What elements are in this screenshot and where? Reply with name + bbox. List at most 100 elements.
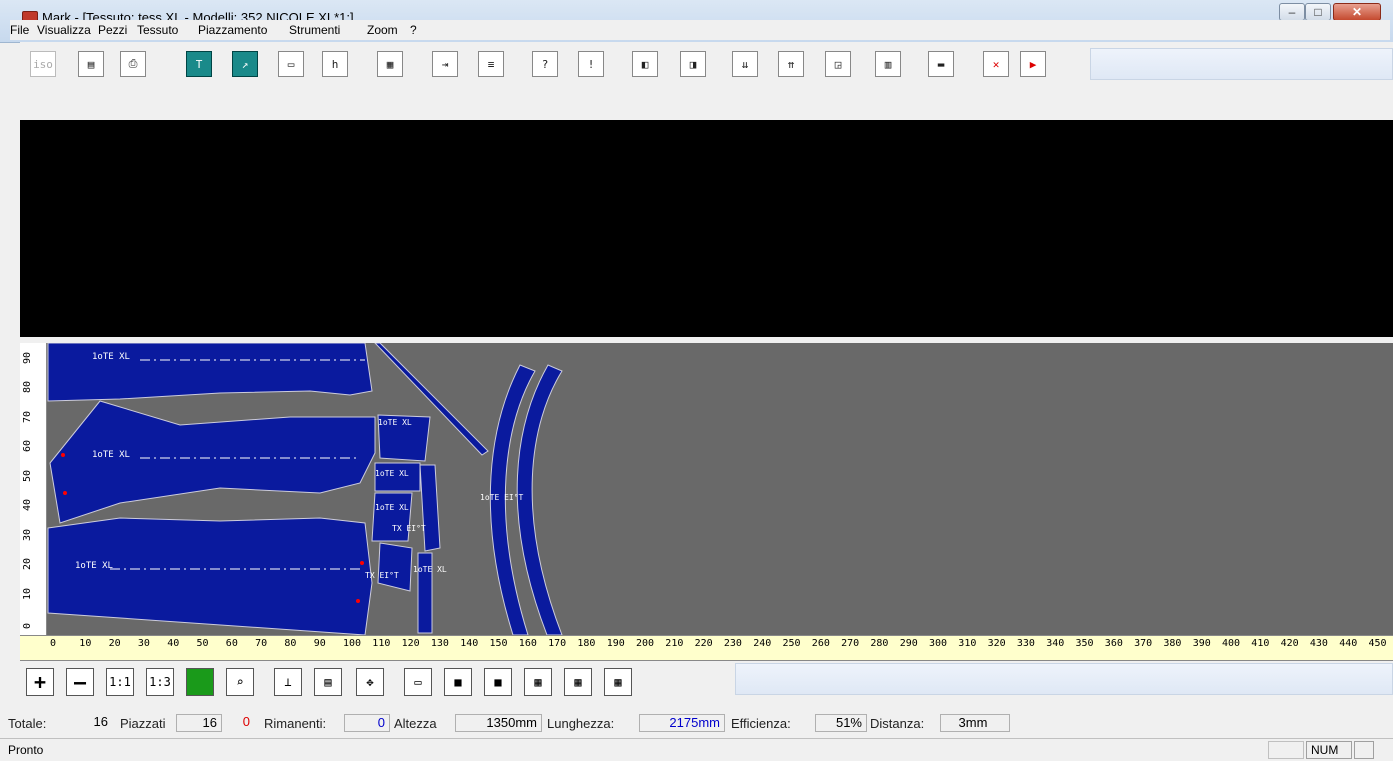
frame-button[interactable]: ◲ <box>825 51 851 77</box>
rimanenti-value: 0 <box>344 714 390 732</box>
zoom-1-3-button[interactable]: 1:3 <box>146 668 174 696</box>
preview-area <box>20 120 1393 337</box>
insert-button[interactable]: ⇥ <box>432 51 458 77</box>
piece-small-4 <box>371 492 413 542</box>
menu-bar: File Visualizza Pezzi Tessuto Piazzament… <box>10 20 1390 40</box>
menu-pezzi[interactable]: Pezzi <box>98 23 127 37</box>
arrow-tool-button[interactable]: ↗ <box>232 51 258 77</box>
maximize-icon: □ <box>1314 5 1322 19</box>
status-bar: Pronto NUM <box>0 738 1393 761</box>
help-button[interactable]: ? <box>532 51 558 77</box>
maximize-button[interactable]: □ <box>1305 3 1331 21</box>
marker-canvas[interactable]: 0 10 20 30 40 50 60 70 80 90 1oTE XL 1oTE XL 1oTE… <box>20 343 1393 635</box>
hruler-tick: 170 <box>548 638 567 649</box>
piece-label: 1oTE XL <box>375 469 409 478</box>
flip-down-button[interactable]: ⇊ <box>732 51 758 77</box>
menu-file[interactable]: File <box>10 23 29 37</box>
main-toolbar: iso ▤ ⎙ T ↗ ▭ h ▦ ⇥ ≡?! ◧ ◨ ⇊ ⇈ ◲ ▥ ▬ ✕ ▶ <box>20 42 1393 119</box>
zoom-in-button[interactable]: + <box>26 668 54 696</box>
hruler-tick: 30 <box>137 638 150 649</box>
hruler-tick: 310 <box>958 638 977 649</box>
totale-value: 16 <box>56 714 112 732</box>
close-icon: ✕ <box>1351 5 1363 19</box>
menu-zoom[interactable]: Zoom <box>367 23 398 37</box>
zoom-out-button[interactable]: — <box>66 668 94 696</box>
save-button[interactable]: ▤ <box>78 51 104 77</box>
blocks2-button[interactable]: ▦ <box>564 668 592 696</box>
piazzati-label: Piazzati <box>120 716 166 731</box>
hruler-tick: 260 <box>811 638 830 649</box>
hruler-tick: 430 <box>1309 638 1328 649</box>
hruler-tick: 400 <box>1222 638 1241 649</box>
status-panel-empty <box>1268 741 1304 759</box>
piece-pant-bottom <box>47 517 373 635</box>
hruler-tick: 240 <box>753 638 772 649</box>
marker-dot <box>360 561 364 565</box>
blocks-button[interactable]: ▦ <box>524 668 552 696</box>
print-button[interactable]: ⎙ <box>120 51 146 77</box>
piece-pant-middle <box>49 400 376 524</box>
place-button[interactable]: ⊥ <box>274 668 302 696</box>
ruler-button[interactable]: ▬ <box>928 51 954 77</box>
hruler-tick: 280 <box>870 638 889 649</box>
menu-visualizza[interactable]: Visualizza <box>37 23 91 37</box>
marker-layout[interactable]: 1oTE XL 1oTE XL 1oTE XL 1oTE XL 1oTE XL … <box>20 343 1393 635</box>
toolbar-gradient <box>1090 48 1393 80</box>
blocks3-button[interactable]: ▦ <box>604 668 632 696</box>
menu-help[interactable]: ? <box>410 23 417 37</box>
move-button[interactable]: ✥ <box>356 668 384 696</box>
hruler-tick: 420 <box>1280 638 1299 649</box>
hruler-tick: 50 <box>196 638 209 649</box>
magnify-button[interactable]: ⌕ <box>226 668 254 696</box>
marker-dot <box>356 599 360 603</box>
fill-button[interactable] <box>186 668 214 696</box>
hruler-tick: 320 <box>987 638 1006 649</box>
play-button[interactable]: ▶ <box>1020 51 1046 77</box>
grid-button[interactable]: ▦ <box>377 51 403 77</box>
piece-small-5 <box>377 542 413 592</box>
hruler-tick: 110 <box>372 638 391 649</box>
align-right-button[interactable]: ◨ <box>680 51 706 77</box>
hruler-tick: 60 <box>225 638 238 649</box>
width-button[interactable]: ▭ <box>278 51 304 77</box>
piece-label: 1oTE XL <box>92 352 130 362</box>
hruler-tick: 450 <box>1368 638 1387 649</box>
hruler-tick: 380 <box>1163 638 1182 649</box>
zoom-1-1-button[interactable]: 1:1 <box>106 668 134 696</box>
align-left-button[interactable]: ◧ <box>632 51 658 77</box>
layout-button[interactable]: ▤ <box>314 668 342 696</box>
piece-label: TX EI°T <box>365 571 399 580</box>
list-button[interactable]: ≡ <box>478 51 504 77</box>
height-button[interactable]: h <box>322 51 348 77</box>
hruler-tick: 410 <box>1251 638 1270 649</box>
hruler-tick: 360 <box>1104 638 1123 649</box>
table-button[interactable]: ▥ <box>875 51 901 77</box>
hruler-tick: 370 <box>1134 638 1153 649</box>
piece-label: 1oTE XL <box>92 450 130 460</box>
text-tool-button[interactable]: T <box>186 51 212 77</box>
red-screen-button[interactable]: ■ <box>484 668 512 696</box>
green-screen-button[interactable]: ■ <box>444 668 472 696</box>
screen-button[interactable]: ▭ <box>404 668 432 696</box>
piece-label: 1oTE XL <box>378 418 412 427</box>
distanza-label: Distanza: <box>870 716 925 731</box>
minimize-button[interactable]: – <box>1279 3 1305 21</box>
hruler-tick: 130 <box>430 638 449 649</box>
efficienza-label: Efficienza: <box>731 716 791 731</box>
close-button[interactable]: ✕ <box>1333 3 1381 21</box>
hruler-tick: 220 <box>694 638 713 649</box>
num-indicator: NUM <box>1306 741 1352 759</box>
hruler-tick: 270 <box>841 638 860 649</box>
menu-tessuto[interactable]: Tessuto <box>137 23 178 37</box>
warning-button[interactable]: ! <box>578 51 604 77</box>
flip-up-button[interactable]: ⇈ <box>778 51 804 77</box>
marker-dot <box>61 453 65 457</box>
menu-strumenti[interactable]: Strumenti <box>289 23 340 37</box>
horizontal-ruler: 0 10 20 30 40 50 60 70 80 90 100 110 120 130 140 150 160… <box>20 635 1393 661</box>
piece-label: 1oTE XL <box>413 565 447 574</box>
iso-button[interactable]: iso <box>30 51 56 77</box>
menu-piazzamento[interactable]: Piazzamento <box>198 23 267 37</box>
hruler-tick: 390 <box>1192 638 1211 649</box>
minimize-icon: – <box>1288 5 1296 19</box>
delete-button[interactable]: ✕ <box>983 51 1009 77</box>
